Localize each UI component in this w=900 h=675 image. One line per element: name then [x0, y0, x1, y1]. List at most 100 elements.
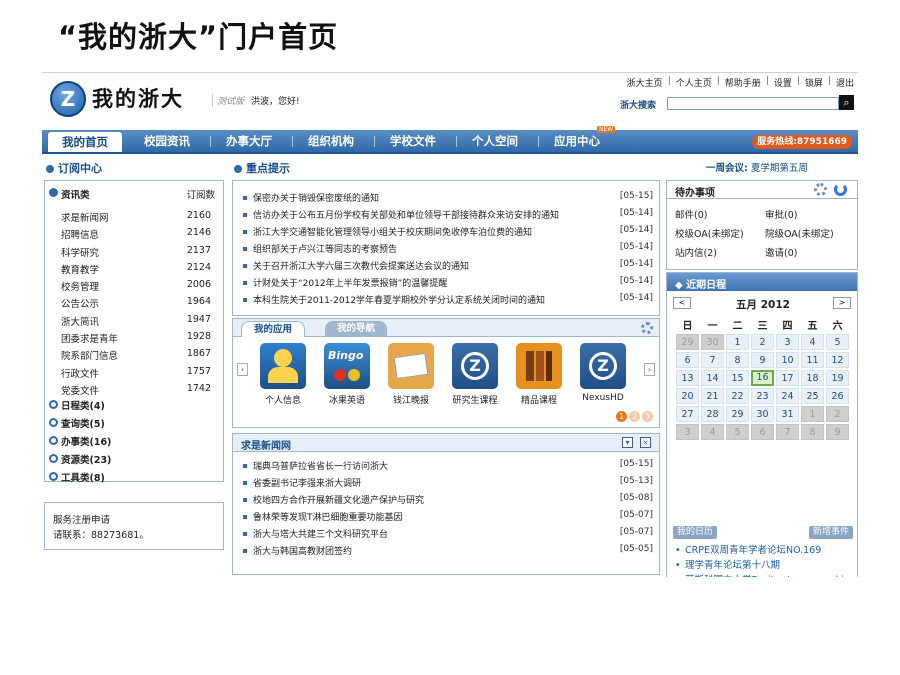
highlight-item[interactable]: 保密办关于销毁保密废纸的通知 [05-15] [241, 191, 653, 208]
calendar-day[interactable]: 10 [776, 352, 799, 368]
app-tile[interactable]: 个人信息 [253, 343, 313, 406]
calendar-day[interactable]: 31 [776, 406, 799, 422]
subscription-row[interactable]: 行政文件 1757 [61, 366, 211, 383]
news-title[interactable]: 省委副书记李强来浙大调研 [253, 476, 361, 489]
page-dot[interactable]: 2 [629, 411, 640, 422]
nav-campus-news[interactable]: 校园资讯 [130, 130, 204, 152]
news-title[interactable]: 本科生院关于2011-2012学年春夏学期校外学分认定系统关闭时间的通知 [253, 293, 545, 306]
news-item[interactable]: 浙大与韩国高教财团签约 [05-05] [241, 544, 653, 561]
calendar-day[interactable]: 24 [776, 388, 799, 404]
calendar-day[interactable]: 26 [826, 388, 849, 404]
todo-item[interactable]: 校级OA(未绑定) [675, 226, 744, 240]
newspaper-icon[interactable] [388, 343, 434, 389]
expand-icon[interactable] [49, 400, 58, 409]
category-group[interactable]: 工具类(8) [49, 470, 219, 488]
todo-item[interactable]: 站内信(2) [675, 245, 717, 259]
top-link[interactable]: 浙大主页 [627, 76, 663, 89]
books-icon[interactable] [516, 343, 562, 389]
subscription-name[interactable]: 行政文件 [61, 366, 99, 380]
page-dot[interactable]: 3 [642, 411, 653, 422]
calendar-day[interactable]: 20 [676, 388, 699, 404]
qiushi-news-title[interactable]: 求是新闻网 [241, 437, 291, 452]
calendar-day[interactable]: 8 [726, 352, 749, 368]
news-title[interactable]: 计财处关于“2012年上半年发票报销”的温馨提醒 [253, 276, 447, 289]
calendar-day[interactable]: 4 [701, 424, 724, 440]
calendar-day[interactable]: 19 [826, 370, 849, 386]
todo-item[interactable]: 院级OA(未绑定) [765, 226, 834, 240]
add-event-button[interactable]: 新增事件 [808, 526, 853, 539]
calendar-day[interactable]: 13 [676, 370, 699, 386]
calendar-day[interactable]: 30 [701, 334, 724, 350]
calendar-day[interactable]: 16 [751, 370, 774, 386]
z-logo-icon[interactable]: Z [580, 343, 626, 389]
refresh-icon[interactable] [834, 183, 847, 196]
person-info-icon[interactable] [260, 343, 306, 389]
app-tile[interactable]: Bingo 冰果英语 [317, 343, 377, 406]
news-title[interactable]: 信访办关于公布五月份学校有关部处和单位领导干部接待群众来访安排的通知 [253, 208, 559, 221]
calendar-day[interactable]: 1 [801, 406, 824, 422]
subscription-row[interactable]: 求是新闻网 2160 [61, 210, 211, 227]
category-group[interactable]: 日程类(4) [49, 398, 219, 416]
calendar-day[interactable]: 5 [826, 334, 849, 350]
scroll-left-button[interactable]: ‹ [237, 363, 248, 376]
calendar-day[interactable]: 25 [801, 388, 824, 404]
calendar-day[interactable]: 15 [726, 370, 749, 386]
subscription-row[interactable]: 公告公示 1964 [61, 296, 211, 313]
news-title[interactable]: 校地四方合作开展新疆文化遗产保护与研究 [253, 493, 424, 506]
search-input[interactable] [667, 97, 839, 110]
top-link[interactable]: 个人主页 [676, 76, 712, 89]
service-line-1[interactable]: 服务注册申请 [53, 513, 215, 528]
collapse-icon[interactable] [49, 188, 58, 197]
prev-month-button[interactable]: < [673, 297, 691, 309]
expand-icon[interactable] [49, 436, 58, 445]
subscription-row[interactable]: 院系部门信息 1867 [61, 348, 211, 365]
top-link[interactable]: 退出 [836, 76, 854, 89]
event-item[interactable]: CRPE双周青年学者论坛NO.169 [675, 543, 853, 558]
subscription-name[interactable]: 校务管理 [61, 279, 99, 293]
expand-icon[interactable] [49, 454, 58, 463]
news-item[interactable]: 瑞典乌普萨拉省省长一行访问浙大 [05-15] [241, 459, 653, 476]
calendar-day[interactable]: 2 [826, 406, 849, 422]
highlight-item[interactable]: 组织部关于卢兴江等同志的考察预告 [05-14] [241, 242, 653, 259]
highlight-item[interactable]: 信访办关于公布五月份学校有关部处和单位领导干部接待群众来访安排的通知 [05-14… [241, 208, 653, 225]
calendar-day[interactable]: 7 [701, 352, 724, 368]
app-label[interactable]: 精品课程 [509, 393, 569, 406]
category-group[interactable]: 资源类(23) [49, 452, 219, 470]
top-link[interactable]: 锁屏 [805, 76, 823, 89]
todo-item[interactable]: 邮件(0) [675, 207, 707, 221]
calendar-day[interactable]: 12 [826, 352, 849, 368]
calendar-day[interactable]: 11 [801, 352, 824, 368]
expand-icon[interactable] [49, 418, 58, 427]
close-icon[interactable]: × [640, 437, 651, 448]
top-link[interactable]: 帮助手册 [725, 76, 761, 89]
highlight-item[interactable]: 计财处关于“2012年上半年发票报销”的温馨提醒 [05-14] [241, 276, 653, 293]
app-label[interactable]: 研究生课程 [445, 393, 505, 406]
calendar-day[interactable]: 17 [776, 370, 799, 386]
news-title[interactable]: 关于召开浙江大学六届三次教代会提案送达会议的通知 [253, 259, 469, 272]
expand-icon[interactable] [49, 472, 58, 481]
category-group[interactable]: 办事类(16) [49, 434, 219, 452]
nav-school-files[interactable]: 学校文件 [376, 130, 450, 152]
event-item[interactable]: 莫斯科国立大学Dmitry Lemenovskiy教授：Calamitic de… [675, 573, 853, 577]
subscription-name[interactable]: 浙大简讯 [61, 314, 99, 328]
calendar-day[interactable]: 5 [726, 424, 749, 440]
calendar-day[interactable]: 21 [701, 388, 724, 404]
calendar-day[interactable]: 18 [801, 370, 824, 386]
highlight-item[interactable]: 浙江大学交通智能化管理领导小组关于校庆期间免收停车泊位费的通知 [05-14] [241, 225, 653, 242]
subscription-name[interactable]: 公告公示 [61, 296, 99, 310]
app-label[interactable]: 个人信息 [253, 393, 313, 406]
news-title[interactable]: 浙江大学交通智能化管理领导小组关于校庆期间免收停车泊位费的通知 [253, 225, 532, 238]
calendar-day[interactable]: 6 [676, 352, 699, 368]
app-label[interactable]: NexusHD [573, 393, 633, 403]
app-label[interactable]: 钱江晚报 [381, 393, 441, 406]
calendar-day[interactable]: 8 [801, 424, 824, 440]
search-icon[interactable]: ⌕ [839, 95, 854, 110]
calendar-day[interactable]: 23 [751, 388, 774, 404]
scroll-right-button[interactable]: › [644, 363, 655, 376]
news-title[interactable]: 鲁林荣等发现T淋巴细胞重要功能基因 [253, 510, 403, 523]
calendar-day[interactable]: 29 [676, 334, 699, 350]
subscription-name[interactable]: 招聘信息 [61, 227, 99, 241]
news-title[interactable]: 瑞典乌普萨拉省省长一行访问浙大 [253, 459, 388, 472]
calendar-day[interactable]: 29 [726, 406, 749, 422]
subscription-row[interactable]: 科学研究 2137 [61, 245, 211, 262]
